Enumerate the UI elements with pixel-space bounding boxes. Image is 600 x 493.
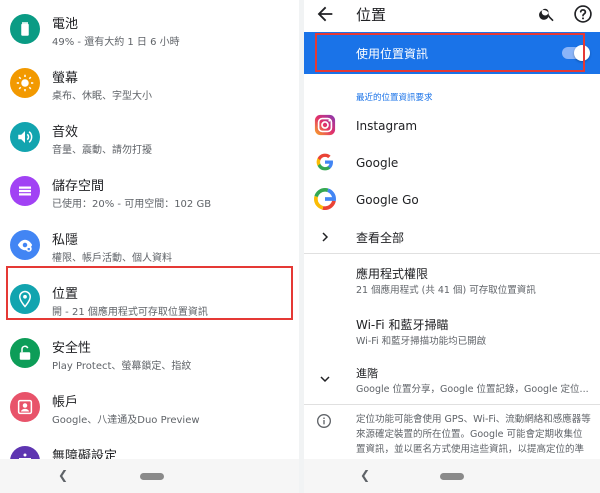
settings-item-subtitle: Google、八達通及Duo Preview (52, 415, 200, 426)
privacy-icon (10, 230, 40, 260)
advanced-row[interactable]: 進階 Google 位置分享，Google 位置記錄，Google 定位... (304, 360, 600, 400)
settings-item-title: 音效 (52, 125, 79, 140)
settings-item-subtitle: 已使用：20% - 可用空間：102 GB (52, 199, 212, 210)
lock-open-icon (10, 338, 40, 368)
settings-item-subtitle: 音量、震動、請勿打擾 (52, 145, 152, 156)
app-permission-row[interactable]: 應用程式權限 21 個應用程式 (共 41 個) 可存取位置資訊 (304, 258, 600, 298)
settings-item-title: 電池 (52, 17, 79, 32)
instagram-icon (314, 114, 336, 136)
brightness-icon (10, 68, 40, 98)
highlight-box-toggle (315, 33, 585, 72)
volume-icon (10, 122, 40, 152)
settings-item-title: 儲存空間 (52, 179, 105, 194)
nav-home-pill[interactable] (140, 473, 164, 480)
settings-item-privacy[interactable]: 私隱權限、帳戶活動、個人資料 (0, 219, 299, 273)
app-bar: 位置 (304, 0, 600, 30)
info-icon (316, 413, 332, 429)
settings-item-title: 帳戶 (52, 395, 79, 410)
recent-app-instagram[interactable]: Instagram (304, 111, 600, 147)
settings-item-title: 私隱 (52, 233, 79, 248)
recent-app-google-go[interactable]: Google Go (304, 185, 600, 221)
chevron-right-icon (314, 226, 336, 248)
storage-icon (10, 176, 40, 206)
app-name: Google Go (356, 193, 419, 207)
settings-item-brightness[interactable]: 螢幕桌布、休眠、字型大小 (0, 57, 299, 111)
location-pane: 位置 使用位置資訊 最近的位置資訊要求 Instagram Google Goo… (304, 0, 600, 493)
google-go-icon (314, 188, 336, 210)
settings-item-subtitle: 桌布、休眠、字型大小 (52, 91, 152, 102)
account-box-icon (10, 392, 40, 422)
scanning-subtitle: Wi-Fi 和藍牙掃描功能均已開啟 (356, 336, 487, 347)
settings-item-account-box[interactable]: 帳戶 Google、八達通及Duo Preview (0, 381, 299, 435)
settings-item-subtitle: 權限、帳戶活動、個人資料 (52, 253, 172, 264)
nav-back-icon[interactable]: ❮ (58, 468, 68, 482)
advanced-subtitle: Google 位置分享，Google 位置記錄，Google 定位... (356, 384, 589, 395)
settings-item-subtitle: Play Protect、螢幕鎖定、指紋 (52, 361, 192, 372)
app-name: Instagram (356, 119, 418, 133)
recent-requests-header: 最近的位置資訊要求 (356, 93, 433, 103)
nav-home-pill[interactable] (440, 473, 464, 480)
page-title: 位置 (356, 6, 387, 24)
see-all-row[interactable]: 查看全部 (304, 222, 600, 254)
settings-item-title: 螢幕 (52, 71, 79, 86)
scanning-title: Wi-Fi 和藍牙掃瞄 (356, 318, 449, 332)
app-name: Google (356, 156, 399, 170)
location-info-text: 定位功能可能會使用 GPS、Wi-Fi、流動網絡和感應器等來源確定裝置的所在位置… (356, 414, 591, 455)
settings-item-title: 安全性 (52, 341, 92, 356)
navigation-bar: ❮ (304, 459, 600, 493)
see-all-label: 查看全部 (356, 231, 405, 245)
settings-item-lock-open[interactable]: 安全性 Play Protect、螢幕鎖定、指紋 (0, 327, 299, 381)
google-icon (314, 151, 336, 173)
settings-item-volume[interactable]: 音效音量、震動、請勿打擾 (0, 111, 299, 165)
help-icon[interactable] (573, 4, 593, 24)
navigation-bar: ❮ (0, 459, 299, 493)
app-permission-title: 應用程式權限 (356, 267, 429, 281)
advanced-title: 進階 (356, 367, 378, 380)
settings-item-battery[interactable]: 電池 49% - 還有大約 1 日 6 小時 (0, 3, 299, 57)
divider (304, 404, 600, 405)
nav-back-icon[interactable]: ❮ (360, 468, 370, 482)
back-arrow-icon[interactable] (314, 3, 336, 25)
scanning-row[interactable]: Wi-Fi 和藍牙掃瞄 Wi-Fi 和藍牙掃描功能均已開啟 (304, 309, 600, 349)
divider (304, 253, 600, 254)
recent-app-google[interactable]: Google (304, 148, 600, 184)
settings-pane: 電池 49% - 還有大約 1 日 6 小時螢幕桌布、休眠、字型大小音效音量、震動… (0, 0, 299, 493)
chevron-down-icon (314, 368, 336, 390)
settings-item-storage[interactable]: 儲存空間已使用：20% - 可用空間：102 GB (0, 165, 299, 219)
app-permission-subtitle: 21 個應用程式 (共 41 個) 可存取位置資訊 (356, 285, 536, 296)
settings-item-subtitle: 49% - 還有大約 1 日 6 小時 (52, 37, 180, 48)
battery-icon (10, 14, 40, 44)
highlight-box-location (6, 266, 293, 320)
search-icon[interactable] (538, 5, 556, 23)
